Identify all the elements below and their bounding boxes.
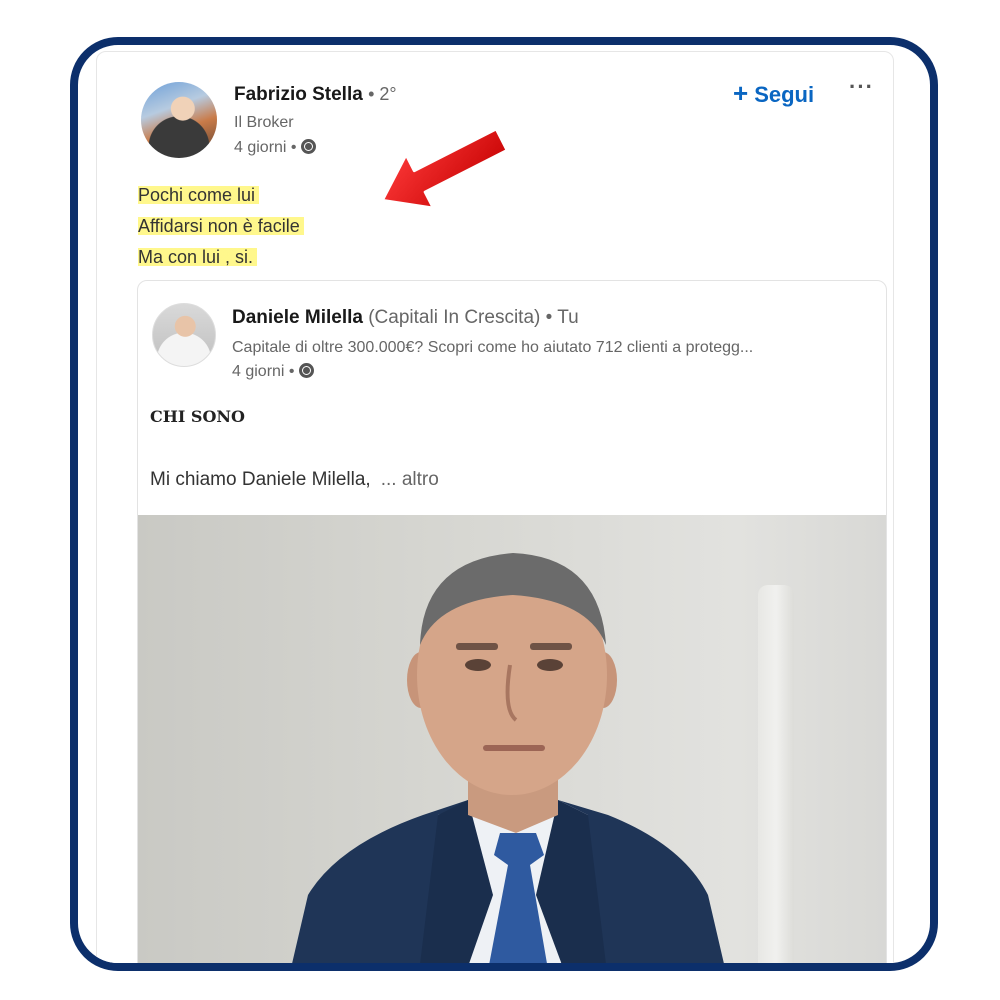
connection-degree: • 2° — [368, 84, 397, 104]
shared-post-heading: CHI SONO — [150, 407, 245, 426]
shared-author-relation: • Tu — [545, 307, 579, 328]
red-arrow-annotation — [380, 127, 509, 210]
follow-button[interactable]: + Segui — [733, 78, 814, 109]
author-name-line[interactable]: Fabrizio Stella • 2° — [234, 84, 397, 106]
see-more-link[interactable]: ... altro — [381, 469, 439, 490]
follow-label: Segui — [754, 82, 815, 107]
post-text: Pochi come lui Affidarsi non è facile Ma… — [138, 180, 304, 273]
post-time: 4 giorni • — [234, 139, 316, 157]
post-text-line: Ma con lui , si. — [138, 247, 258, 267]
screenshot-frame: Fabrizio Stella • 2° Il Broker 4 giorni … — [70, 37, 938, 971]
author-headline: Il Broker — [234, 114, 294, 131]
more-options-icon[interactable]: ··· — [849, 74, 874, 100]
shared-post-body-text: Mi chiamo Daniele Milella, — [150, 469, 371, 490]
shared-author-company: (Capitali In Crescita) — [368, 307, 541, 328]
plus-icon: + — [733, 78, 749, 108]
shared-post[interactable]: Daniele Milella (Capitali In Crescita) •… — [137, 280, 887, 963]
post-time-text: 4 giorni • — [234, 139, 297, 156]
shared-author-line[interactable]: Daniele Milella (Capitali In Crescita) •… — [232, 307, 579, 329]
author-avatar[interactable] — [141, 82, 217, 158]
author-name[interactable]: Fabrizio Stella — [234, 84, 363, 105]
shared-author-headline: Capitale di oltre 300.000€? Scopri come … — [232, 339, 754, 356]
feed-post-card: Fabrizio Stella • 2° Il Broker 4 giorni … — [96, 51, 894, 963]
shared-author-avatar[interactable] — [152, 303, 216, 367]
shared-post-photo[interactable] — [138, 515, 886, 963]
globe-icon — [300, 139, 316, 154]
portrait-figure — [292, 553, 724, 963]
shared-post-time-text: 4 giorni • — [232, 363, 295, 380]
post-text-line: Pochi come lui — [138, 185, 260, 205]
shared-post-time: 4 giorni • — [232, 363, 314, 381]
shared-post-body: Mi chiamo Daniele Milella, ... altro — [150, 469, 439, 491]
post-text-line: Affidarsi non è facile — [138, 216, 304, 236]
globe-icon — [298, 363, 314, 378]
shared-author-name[interactable]: Daniele Milella — [232, 307, 363, 328]
